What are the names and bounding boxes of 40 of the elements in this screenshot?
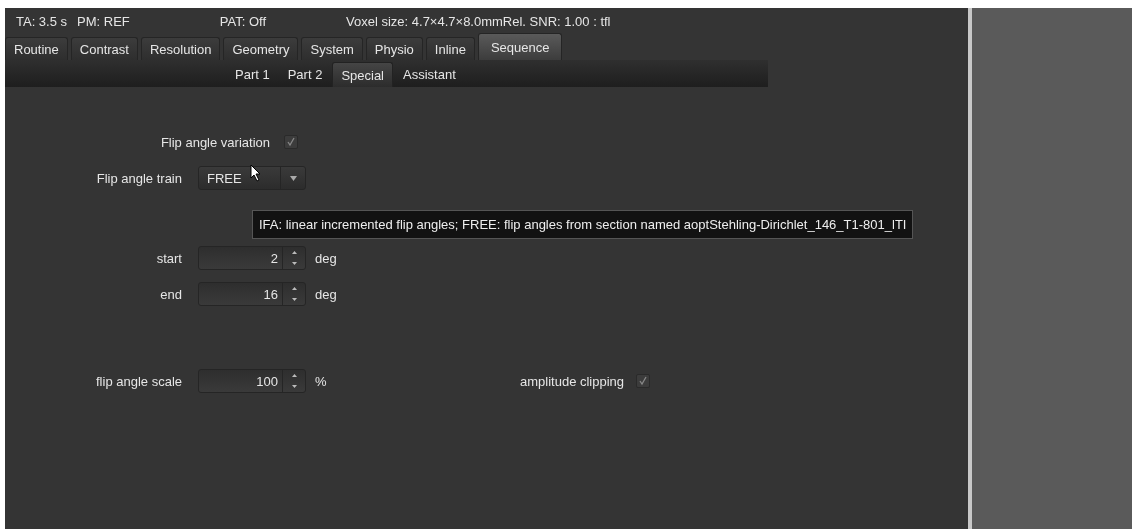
spin-down-icon (291, 385, 297, 388)
spin-field[interactable]: 16 (198, 282, 306, 306)
spin-field[interactable]: 100 (198, 369, 306, 393)
subtab[interactable]: Assistant (395, 62, 464, 87)
caret-icon (289, 175, 297, 181)
status-text: TA: 3.5 s (16, 14, 68, 29)
tooltip: IFA: linear incremented flip angles; FREE: flip angles from section named aoptStehling-Dirichlet_146_T1-801_lTI (252, 210, 914, 239)
status-text: PAT: Off (219, 14, 267, 29)
mouse-pointer-icon (250, 164, 262, 182)
spin-up-icon (291, 251, 297, 254)
field-label: amplitude clipping (520, 373, 625, 389)
spin-down-icon (291, 262, 297, 265)
checkbox[interactable] (284, 135, 298, 149)
unit-label: deg (315, 250, 337, 266)
unit-label: % (315, 373, 327, 389)
field-label: Flip angle variation (159, 134, 271, 150)
tab[interactable]: Sequence (477, 33, 563, 60)
tab[interactable]: Physio (365, 37, 423, 60)
tab[interactable]: Geometry (223, 37, 299, 60)
spin-up-icon (291, 374, 297, 377)
field-label: Flip angle train (95, 170, 183, 186)
checkbox[interactable] (636, 374, 651, 388)
tab[interactable]: Inline (425, 37, 475, 60)
spin-down-icon (291, 298, 297, 301)
status-text: PM: REF (77, 14, 130, 29)
field-label: flip angle scale (95, 373, 183, 389)
subtab[interactable]: Part 1 (227, 62, 278, 87)
field-label: start (155, 250, 183, 266)
tab[interactable]: Routine (5, 37, 68, 60)
status-text: Voxel size: 4.7×4.7×8.0mmRel. SNR: 1.00 : tfl (346, 14, 611, 29)
tab[interactable]: Resolution (140, 37, 221, 60)
spin-field[interactable]: 2 (198, 246, 306, 270)
subtab[interactable]: Part 2 (279, 62, 331, 87)
field-label: end (159, 286, 183, 302)
tab[interactable]: System (301, 37, 363, 60)
tab[interactable]: Contrast (70, 37, 138, 60)
subtab[interactable]: Special (332, 62, 393, 87)
dropdown[interactable]: FREE (198, 166, 306, 190)
unit-label: deg (315, 286, 337, 302)
spin-up-icon (291, 287, 297, 290)
